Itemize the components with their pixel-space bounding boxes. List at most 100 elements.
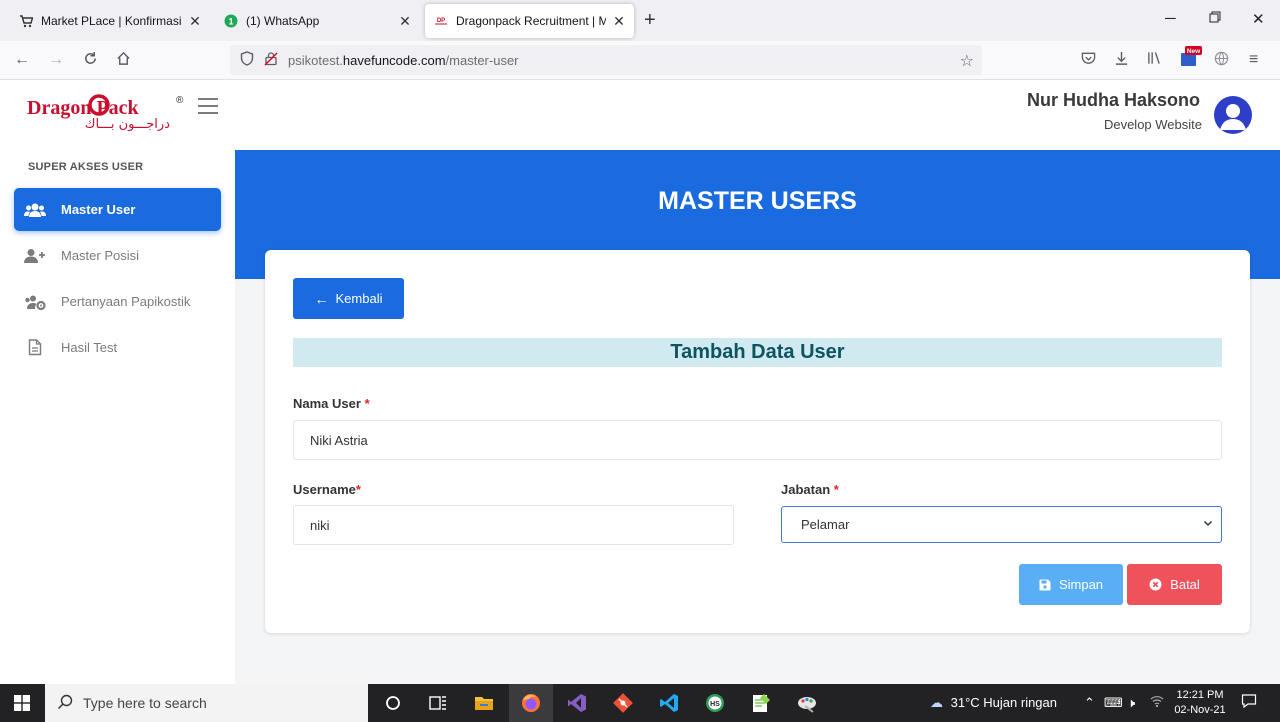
page-title: MASTER USERS bbox=[658, 187, 857, 215]
svg-text:Dragon Pack: Dragon Pack bbox=[27, 97, 140, 119]
menu-icon[interactable]: ≡ bbox=[1249, 51, 1258, 69]
close-icon[interactable]: ✕ bbox=[398, 13, 412, 30]
tab-title: Market PLace | Konfirmasi Pem bbox=[41, 14, 182, 28]
pocket-icon[interactable] bbox=[1081, 51, 1096, 70]
file-explorer-icon[interactable] bbox=[473, 692, 495, 714]
heidisql-icon[interactable]: HS bbox=[704, 692, 726, 714]
close-icon[interactable]: ✕ bbox=[188, 13, 202, 30]
window-close-icon[interactable]: ✕ bbox=[1252, 10, 1265, 28]
required-mark: * bbox=[364, 396, 370, 411]
clock-date: 02-Nov-21 bbox=[1174, 704, 1226, 716]
tray-chevron-up-icon[interactable]: ⌃ bbox=[1084, 695, 1095, 711]
save-button-label: Simpan bbox=[1058, 577, 1104, 592]
firefox-taskbar-active[interactable] bbox=[509, 684, 553, 722]
required-mark: * bbox=[355, 482, 361, 497]
windows-start-icon[interactable] bbox=[14, 695, 30, 711]
back-arrow-icon[interactable]: ← bbox=[14, 51, 30, 69]
tab-dragonpack[interactable]: DP Dragonpack Recruitment | Mast ✕ bbox=[425, 4, 634, 38]
avatar[interactable] bbox=[1214, 96, 1252, 134]
tab-whatsapp[interactable]: 1 (1) WhatsApp ✕ bbox=[215, 4, 420, 38]
app-header: Dragon Pack ® دراجـــون بـــاك Nur Hudha… bbox=[0, 80, 1280, 150]
sidebar: SUPER AKSES USER Master User Master Posi… bbox=[0, 150, 235, 684]
arrow-left-icon: ← bbox=[314, 290, 329, 307]
username-field[interactable] bbox=[293, 505, 734, 545]
dragonpack-logo[interactable]: Dragon Pack ® دراجـــون بـــاك bbox=[26, 89, 186, 132]
user-name: Nur Hudha Haksono bbox=[1026, 90, 1200, 110]
tab-title: (1) WhatsApp bbox=[246, 14, 320, 28]
browser-tab-strip: Market PLace | Konfirmasi Pem ✕ 1 (1) Wh… bbox=[0, 0, 1280, 41]
svg-text:®: ® bbox=[176, 95, 184, 106]
svg-text:New: New bbox=[1187, 48, 1201, 55]
tab-marketplace[interactable]: Market PLace | Konfirmasi Pem ✕ bbox=[10, 4, 210, 38]
user-role: Develop Website bbox=[1103, 117, 1202, 132]
address-bar[interactable]: psikotest.havefuncode.com/master-user ☆ bbox=[230, 45, 982, 75]
sidebar-item-master-posisi[interactable]: Master Posisi bbox=[14, 234, 221, 277]
chevron-down-icon bbox=[1203, 517, 1213, 531]
jabatan-select[interactable]: Pelamar bbox=[781, 506, 1222, 543]
nama-user-label: Nama User * bbox=[293, 396, 370, 411]
visual-studio-icon[interactable] bbox=[566, 692, 588, 714]
times-circle-icon bbox=[1149, 578, 1162, 591]
firefox-icon bbox=[520, 692, 542, 714]
sidebar-item-pertanyaan-papikostik[interactable]: Pertanyaan Papikostik bbox=[14, 280, 221, 323]
weather-widget[interactable]: ☁ 31°C Hujan ringan bbox=[930, 695, 1057, 711]
vscode-icon[interactable] bbox=[658, 692, 680, 714]
tab-title: Dragonpack Recruitment | Mast bbox=[456, 14, 606, 28]
svg-text:1: 1 bbox=[228, 17, 233, 27]
home-icon[interactable] bbox=[116, 51, 131, 71]
search-icon bbox=[57, 694, 73, 713]
shield-icon[interactable] bbox=[240, 51, 254, 69]
reload-icon[interactable] bbox=[83, 51, 98, 71]
cancel-button-label: Batal bbox=[1170, 577, 1200, 592]
forward-arrow-icon[interactable]: → bbox=[48, 51, 64, 69]
sidebar-item-label: Master Posisi bbox=[61, 248, 140, 263]
sidebar-item-hasil-test[interactable]: Hasil Test bbox=[14, 326, 221, 369]
paint-icon[interactable] bbox=[796, 692, 818, 714]
keyboard-icon[interactable]: ⌨ bbox=[1104, 695, 1123, 711]
bookmark-star-icon[interactable]: ☆ bbox=[960, 51, 974, 71]
notification-center-icon[interactable] bbox=[1241, 693, 1257, 712]
sidebar-section-title: SUPER AKSES USER bbox=[28, 161, 144, 173]
minimize-icon[interactable]: ─ bbox=[1165, 10, 1176, 27]
cortana-icon[interactable] bbox=[382, 692, 404, 714]
task-view-icon[interactable] bbox=[427, 692, 449, 714]
hamburger-menu-icon[interactable] bbox=[198, 98, 218, 114]
weather-text: 31°C Hujan ringan bbox=[950, 695, 1057, 710]
restore-icon[interactable] bbox=[1209, 10, 1221, 27]
insecure-lock-icon[interactable] bbox=[264, 51, 278, 69]
search-placeholder: Type here to search bbox=[83, 695, 207, 711]
taskbar-search-input[interactable]: Type here to search bbox=[45, 684, 368, 722]
save-button[interactable]: Simpan bbox=[1019, 564, 1123, 605]
svg-text:دراجـــون بـــاك: دراجـــون بـــاك bbox=[85, 117, 170, 131]
form-title: Tambah Data User bbox=[293, 338, 1222, 367]
new-feature-badge[interactable]: New bbox=[1180, 46, 1202, 73]
close-icon[interactable]: ✕ bbox=[612, 13, 626, 30]
wifi-icon[interactable] bbox=[1150, 695, 1164, 710]
clock-time: 12:21 PM bbox=[1176, 689, 1224, 701]
notepad-plus-plus-icon[interactable] bbox=[750, 692, 772, 714]
browser-nav-bar: ← → psikotest.havefuncode.com/master-use… bbox=[0, 41, 1280, 80]
dragonpack-favicon-icon: DP bbox=[433, 13, 449, 29]
library-icon[interactable] bbox=[1147, 51, 1162, 70]
sidebar-item-master-user[interactable]: Master User bbox=[14, 188, 221, 231]
download-icon[interactable] bbox=[1114, 51, 1129, 71]
svg-text:HS: HS bbox=[710, 701, 720, 708]
cancel-button[interactable]: Batal bbox=[1127, 564, 1222, 605]
volume-muted-icon[interactable]: 🕨 bbox=[1127, 695, 1135, 711]
sidebar-item-label: Pertanyaan Papikostik bbox=[61, 294, 191, 309]
floppy-disk-icon bbox=[1039, 579, 1051, 591]
git-icon[interactable] bbox=[612, 692, 634, 714]
globe-icon[interactable] bbox=[1214, 51, 1229, 71]
sidebar-item-label: Master User bbox=[61, 202, 136, 217]
form-card: ← Kembali Tambah Data User Nama User * U… bbox=[265, 250, 1250, 633]
new-tab-button[interactable]: + bbox=[644, 10, 656, 30]
main-content: MASTER USERS ← Kembali Tambah Data User … bbox=[235, 150, 1280, 684]
back-button-label: Kembali bbox=[335, 291, 383, 306]
required-mark: * bbox=[833, 482, 839, 497]
cloud-rain-icon: ☁ bbox=[930, 695, 943, 710]
system-clock[interactable]: 12:21 PM 02-Nov-21 bbox=[1170, 688, 1230, 718]
cart-icon bbox=[18, 13, 34, 29]
url-text: psikotest.havefuncode.com/master-user bbox=[288, 52, 519, 68]
back-button[interactable]: ← Kembali bbox=[293, 278, 404, 319]
nama-user-field[interactable] bbox=[293, 420, 1222, 460]
